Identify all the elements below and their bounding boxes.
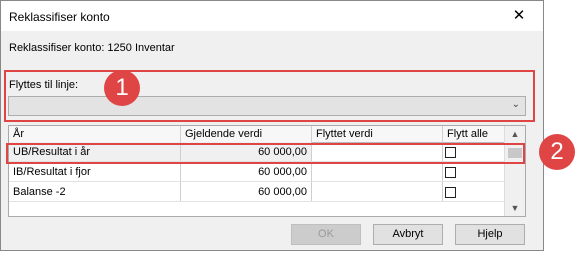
move-all-checkbox[interactable] — [445, 187, 456, 198]
annotation-box-2 — [6, 143, 525, 164]
table-row[interactable]: IB/Resultat i fjor 60 000,00 — [9, 162, 505, 182]
column-header-move-all[interactable]: Flytt alle — [443, 126, 505, 142]
year-cell: Balanse -2 — [9, 182, 181, 201]
help-button[interactable]: Hjelp — [455, 224, 525, 245]
current-value-cell: 60 000,00 — [181, 182, 312, 201]
annotation-badge-1: 1 — [104, 70, 140, 106]
title-bar: Reklassifiser konto ✕ — [1, 1, 543, 31]
table-row[interactable]: Balanse -2 60 000,00 — [9, 182, 505, 202]
chevron-down-icon[interactable]: ▼ — [505, 200, 525, 216]
year-grid: År Gjeldende verdi Flyttet verdi Flytt a… — [8, 125, 526, 217]
annotation-box-1 — [4, 70, 535, 122]
annotation-badge-2: 2 — [539, 134, 575, 170]
grid-scrollbar[interactable]: ▲ ▼ — [504, 126, 525, 216]
moved-value-cell[interactable] — [312, 182, 443, 201]
close-icon[interactable]: ✕ — [497, 2, 541, 30]
move-all-checkbox[interactable] — [445, 167, 456, 178]
account-subtitle: Reklassifiser konto: 1250 Inventar — [9, 42, 175, 54]
chevron-up-icon[interactable]: ▲ — [505, 126, 525, 142]
moved-value-cell[interactable] — [312, 162, 443, 181]
year-cell: IB/Resultat i fjor — [9, 162, 181, 181]
cancel-button[interactable]: Avbryt — [373, 224, 443, 245]
grid-header: År Gjeldende verdi Flyttet verdi Flytt a… — [9, 126, 505, 143]
move-all-cell — [443, 182, 505, 201]
column-header-moved-value[interactable]: Flyttet verdi — [312, 126, 443, 142]
column-header-current-value[interactable]: Gjeldende verdi — [181, 126, 312, 142]
reclassify-dialog: Reklassifiser konto ✕ Reklassifiser kont… — [0, 0, 544, 251]
column-header-year[interactable]: År — [9, 126, 181, 142]
window-title: Reklassifiser konto — [9, 10, 110, 24]
ok-button[interactable]: OK — [291, 224, 361, 245]
current-value-cell: 60 000,00 — [181, 162, 312, 181]
move-all-cell — [443, 162, 505, 181]
